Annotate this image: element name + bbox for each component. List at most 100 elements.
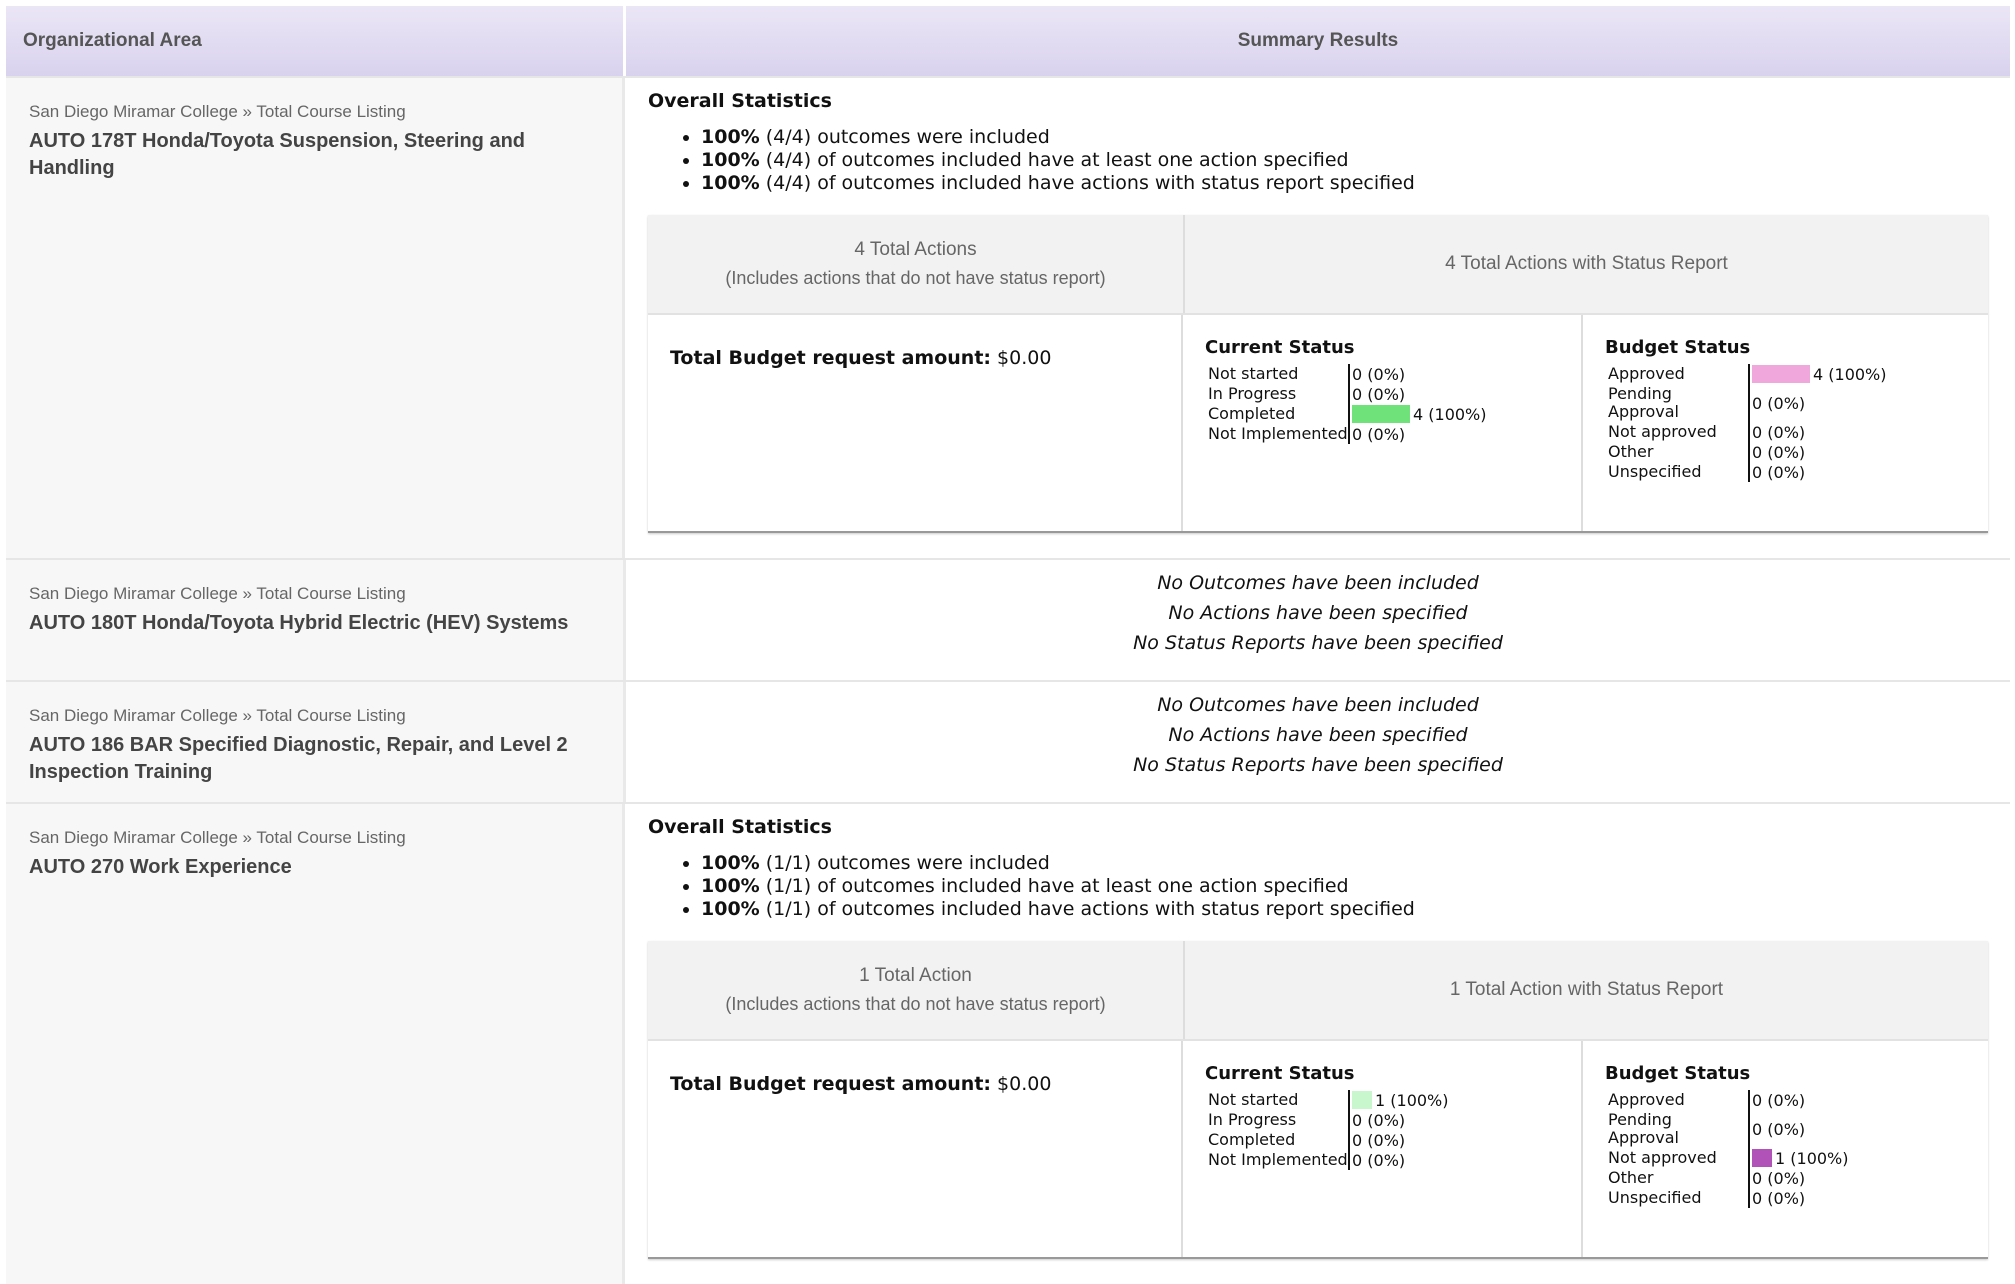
status-label: Not approved: [1608, 1148, 1717, 1167]
status-label: Pending Approval: [1608, 384, 1679, 421]
summary-cell: Overall Statistics 100% (4/4) outcomes w…: [625, 78, 2010, 558]
stat-percent: 100%: [701, 898, 760, 920]
breadcrumb[interactable]: San Diego Miramar College » Total Course…: [29, 706, 601, 726]
status-label: Other: [1608, 1168, 1654, 1187]
status-bar-area: 0 (0%): [1748, 442, 1805, 462]
status-label: Approved: [1608, 364, 1685, 383]
budget-request-label: Total Budget request amount:: [670, 1073, 991, 1095]
status-bar-area: 0 (0%): [1348, 1110, 1405, 1130]
status-row: Unspecified 0 (0%): [1605, 462, 1966, 482]
stat-text: (1/1) of outcomes included have actions …: [765, 898, 1415, 920]
status-bar-area: 4 (100%): [1348, 404, 1487, 424]
status-row: In Progress 0 (0%): [1205, 1110, 1559, 1130]
total-actions-note: (Includes actions that do not have statu…: [725, 268, 1106, 288]
org-area-cell: San Diego Miramar College » Total Course…: [6, 804, 625, 1284]
table-row: San Diego Miramar College » Total Course…: [6, 802, 2010, 1284]
budget-request-value: $0.00: [997, 347, 1052, 369]
course-title[interactable]: AUTO 180T Honda/Toyota Hybrid Electric (…: [29, 610, 601, 637]
budget-status-section: Budget Status Approved 4 (100%) Pending Ap…: [1583, 315, 1988, 531]
budget-request: Total Budget request amount: $0.00: [648, 1041, 1183, 1257]
status-row: Unspecified 0 (0%): [1605, 1188, 1966, 1208]
org-area-cell: San Diego Miramar College » Total Course…: [6, 560, 626, 680]
no-status-reports-text: No Status Reports have been specified: [1133, 632, 1503, 654]
list-item: 100% (4/4) of outcomes included have at …: [701, 149, 1988, 172]
course-title[interactable]: AUTO 270 Work Experience: [29, 854, 600, 881]
breadcrumb[interactable]: San Diego Miramar College » Total Course…: [29, 828, 600, 848]
status-label: Approved: [1608, 1090, 1685, 1109]
status-value: 1 (100%): [1375, 1090, 1449, 1110]
status-bar: [1352, 405, 1410, 423]
total-actions-label: 1 Total Action: [859, 965, 972, 986]
current-status-chart: Not started 0 (0%) In Progress 0 (0%) Comple…: [1205, 364, 1559, 444]
overall-statistics-list: 100% (1/1) outcomes were included 100% (…: [648, 852, 1988, 921]
status-value: 0 (0%): [1352, 1150, 1406, 1170]
status-label: Not Implemented: [1208, 1150, 1348, 1169]
status-value: 0 (0%): [1752, 442, 1806, 462]
status-label: Unspecified: [1608, 1188, 1702, 1207]
status-label: Not approved: [1608, 422, 1717, 441]
status-row: Approved 0 (0%): [1605, 1090, 1966, 1110]
status-label: Not started: [1208, 364, 1299, 383]
budget-status-chart: Approved 0 (0%) Pending Approval 0 (0%) Not …: [1605, 1090, 1966, 1208]
org-area-cell: San Diego Miramar College » Total Course…: [6, 78, 625, 558]
status-bar-area: 0 (0%): [1748, 422, 1805, 442]
overall-statistics-list: 100% (4/4) outcomes were included 100% (…: [648, 126, 1988, 195]
course-title[interactable]: AUTO 178T Honda/Toyota Suspension, Steer…: [29, 128, 600, 182]
status-label: Pending Approval: [1608, 1110, 1679, 1147]
status-value: 0 (0%): [1752, 393, 1806, 413]
status-value: 0 (0%): [1352, 424, 1406, 444]
status-row: Pending Approval 0 (0%): [1605, 1110, 1966, 1148]
header-organizational-area[interactable]: Organizational Area: [6, 6, 626, 76]
status-label: In Progress: [1208, 1110, 1297, 1129]
status-label: Completed: [1208, 1130, 1296, 1149]
breadcrumb[interactable]: San Diego Miramar College » Total Course…: [29, 102, 600, 122]
status-row: Not Implemented 0 (0%): [1205, 424, 1559, 444]
status-bar-area: 0 (0%): [1748, 1110, 1805, 1148]
stat-percent: 100%: [701, 875, 760, 897]
budget-request: Total Budget request amount: $0.00: [648, 315, 1183, 531]
stat-text: (4/4) of outcomes included have at least…: [765, 149, 1349, 171]
org-area-cell: San Diego Miramar College » Total Course…: [6, 682, 626, 802]
status-bar-area: 0 (0%): [1748, 1168, 1805, 1188]
status-label: In Progress: [1208, 384, 1297, 403]
stat-text: (1/1) of outcomes included have at least…: [765, 875, 1349, 897]
current-status-title: Current Status: [1205, 1063, 1355, 1084]
list-item: 100% (4/4) of outcomes included have act…: [701, 172, 1988, 195]
status-bar: [1752, 365, 1810, 383]
breadcrumb[interactable]: San Diego Miramar College » Total Course…: [29, 584, 601, 604]
actions-panel-header: 1 Total Action (Includes actions that do…: [648, 941, 1988, 1041]
status-row: Other 0 (0%): [1605, 1168, 1966, 1188]
status-row: Other 0 (0%): [1605, 442, 1966, 462]
status-row: Not approved 1 (100%): [1605, 1148, 1966, 1168]
status-value: 4 (100%): [1813, 364, 1887, 384]
status-bar-area: 0 (0%): [1748, 384, 1805, 422]
current-status-chart: Not started 1 (100%) In Progress 0 (0%) Comp…: [1205, 1090, 1559, 1170]
no-actions-text: No Actions have been specified: [1168, 724, 1468, 746]
no-actions-text: No Actions have been specified: [1168, 602, 1468, 624]
empty-summary-cell: No Outcomes have been included No Action…: [626, 682, 2010, 802]
actions-with-status-label: 1 Total Action with Status Report: [1449, 979, 1724, 1000]
status-bar-area: 0 (0%): [1348, 1130, 1405, 1150]
status-row: Not started 1 (100%): [1205, 1090, 1559, 1110]
status-value: 0 (0%): [1752, 1168, 1806, 1188]
stat-percent: 100%: [701, 172, 760, 194]
current-status-title: Current Status: [1205, 337, 1355, 358]
status-bar-area: 4 (100%): [1748, 364, 1887, 384]
status-bar-area: 0 (0%): [1748, 462, 1805, 482]
status-bar-area: 0 (0%): [1748, 1090, 1805, 1110]
stat-percent: 100%: [701, 852, 760, 874]
total-actions-box: 1 Total Action (Includes actions that do…: [648, 941, 1185, 1039]
table-row: San Diego Miramar College » Total Course…: [6, 680, 2010, 802]
actions-panel-body: Total Budget request amount: $0.00 Curre…: [648, 315, 1988, 531]
overall-statistics-title: Overall Statistics: [648, 90, 832, 112]
budget-status-chart: Approved 4 (100%) Pending Approval 0 (0%) No…: [1605, 364, 1966, 482]
list-item: 100% (4/4) outcomes were included: [701, 126, 1988, 149]
status-bar-area: 0 (0%): [1348, 364, 1405, 384]
status-row: Completed 4 (100%): [1205, 404, 1559, 424]
current-status-section: Current Status Not started 1 (100%) In Pro…: [1183, 1041, 1583, 1257]
list-item: 100% (1/1) of outcomes included have act…: [701, 898, 1988, 921]
stat-text: (4/4) outcomes were included: [765, 126, 1050, 148]
total-actions-note: (Includes actions that do not have statu…: [725, 994, 1106, 1014]
course-title[interactable]: AUTO 186 BAR Specified Diagnostic, Repai…: [29, 732, 601, 786]
header-summary-results[interactable]: Summary Results: [626, 6, 2010, 76]
